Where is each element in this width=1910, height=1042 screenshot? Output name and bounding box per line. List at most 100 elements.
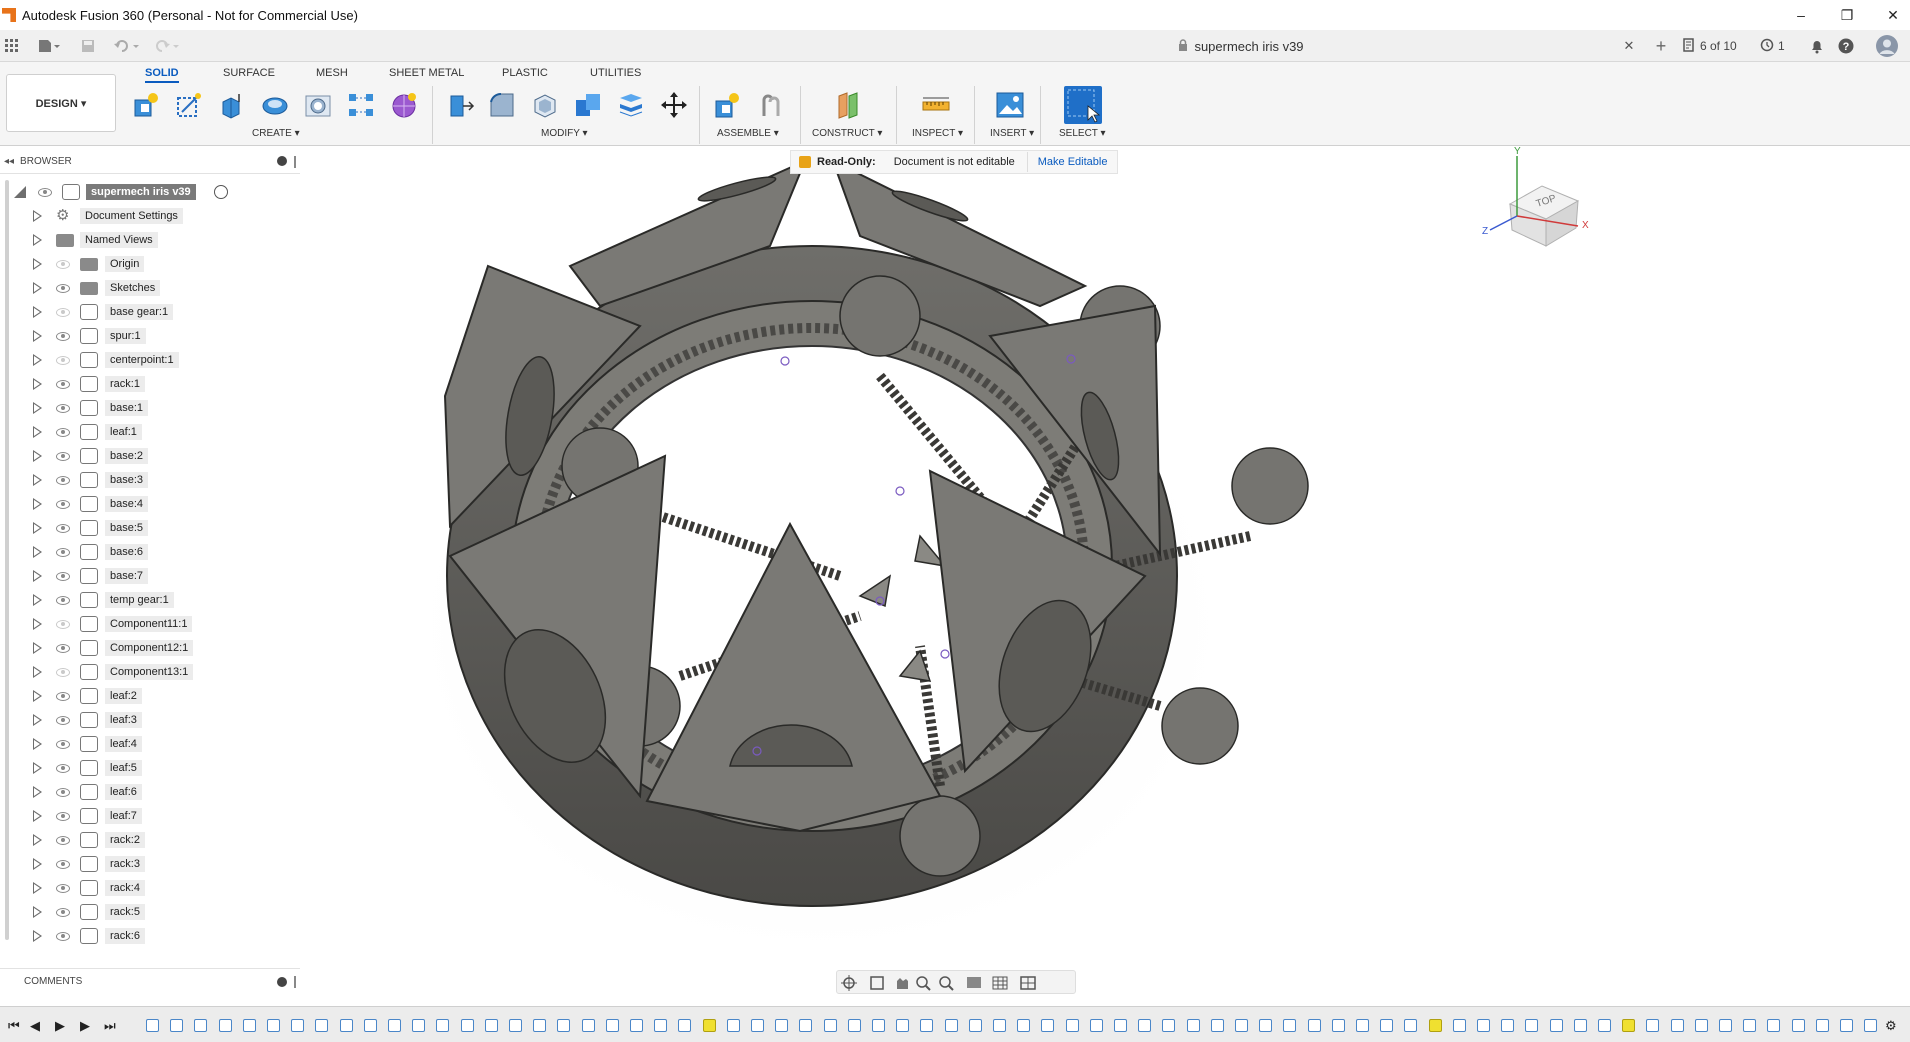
- timeline-feature-icon[interactable]: [509, 1019, 522, 1032]
- redo-icon[interactable]: [150, 35, 184, 57]
- timeline-feature-icon[interactable]: [702, 1019, 716, 1032]
- browser-item[interactable]: rack:1: [0, 372, 300, 396]
- timeline-feature-icon[interactable]: [146, 1019, 159, 1032]
- tab-solid[interactable]: SOLID: [145, 67, 179, 83]
- notifications-bell-icon[interactable]: [1810, 30, 1824, 62]
- make-editable-button[interactable]: Make Editable: [1026, 152, 1118, 172]
- timeline-feature-icon[interactable]: [1670, 1019, 1684, 1032]
- timeline-feature-icon[interactable]: [1017, 1019, 1031, 1032]
- browser-item[interactable]: base:7: [0, 564, 300, 588]
- split-body-icon[interactable]: [616, 90, 646, 120]
- browser-item[interactable]: leaf:7: [0, 804, 300, 828]
- visibility-eye-icon[interactable]: [56, 259, 70, 269]
- combine-icon[interactable]: [573, 90, 603, 120]
- browser-item[interactable]: Component12:1: [0, 636, 300, 660]
- file-menu-icon[interactable]: [34, 35, 64, 57]
- timeline-feature-icon[interactable]: [291, 1019, 305, 1032]
- timeline-feature-icon[interactable]: [1041, 1019, 1055, 1032]
- expand-arrow-icon[interactable]: [33, 378, 42, 390]
- timeline-feature-icon[interactable]: [654, 1019, 668, 1032]
- timeline-feature-icon[interactable]: [1549, 1019, 1563, 1032]
- browser-options-icon[interactable]: [277, 156, 287, 166]
- construct-menu[interactable]: CONSTRUCT ▾: [812, 128, 882, 139]
- visibility-eye-icon[interactable]: [56, 763, 70, 773]
- select-icon[interactable]: [1064, 86, 1102, 124]
- timeline-feature-icon[interactable]: [605, 1019, 619, 1032]
- browser-item[interactable]: base:5: [0, 516, 300, 540]
- expand-arrow-icon[interactable]: [33, 714, 42, 726]
- expand-arrow-icon[interactable]: [33, 402, 42, 414]
- inspect-menu[interactable]: INSPECT ▾: [912, 128, 963, 139]
- timeline-feature-icon[interactable]: [630, 1019, 643, 1032]
- timeline-feature-icon[interactable]: [896, 1019, 910, 1032]
- browser-item[interactable]: Component13:1: [0, 660, 300, 684]
- joint-icon[interactable]: [756, 90, 786, 120]
- collapse-arrow-icon[interactable]: [14, 186, 26, 198]
- timeline-feature-icon[interactable]: [194, 1019, 208, 1032]
- visibility-eye-icon[interactable]: [56, 835, 70, 845]
- user-avatar[interactable]: [1876, 30, 1898, 62]
- expand-arrow-icon[interactable]: [33, 354, 42, 366]
- timeline-feature-icon[interactable]: [751, 1019, 764, 1032]
- tab-surface[interactable]: SURFACE: [223, 67, 275, 83]
- timeline-feature-icon[interactable]: [557, 1019, 571, 1032]
- timeline-feature-icon[interactable]: [1815, 1019, 1829, 1032]
- browser-item[interactable]: base:1: [0, 396, 300, 420]
- timeline-feature-icon[interactable]: [388, 1019, 401, 1032]
- zoom-window-icon[interactable]: [939, 973, 959, 993]
- browser-item[interactable]: leaf:4: [0, 732, 300, 756]
- timeline-feature-icon[interactable]: [436, 1019, 450, 1032]
- timeline-feature-icon[interactable]: [678, 1019, 692, 1032]
- expand-arrow-icon[interactable]: [33, 426, 42, 438]
- visibility-eye-icon[interactable]: [56, 859, 70, 869]
- timeline-feature-icon[interactable]: [1114, 1019, 1127, 1032]
- browser-item[interactable]: rack:3: [0, 852, 300, 876]
- visibility-eye-icon[interactable]: [56, 811, 70, 821]
- timeline-start-icon[interactable]: ⏮: [8, 1018, 20, 1034]
- measure-icon[interactable]: [921, 90, 951, 120]
- expand-arrow-icon[interactable]: [33, 450, 42, 462]
- browser-item[interactable]: leaf:3: [0, 708, 300, 732]
- revolve-icon[interactable]: [260, 90, 290, 120]
- timeline-feature-icon[interactable]: [944, 1019, 958, 1032]
- tab-utilities[interactable]: UTILITIES: [590, 67, 641, 83]
- browser-root-item[interactable]: supermech iris v39: [0, 180, 300, 204]
- create-menu[interactable]: CREATE ▾: [252, 128, 300, 139]
- browser-pin-icon[interactable]: [294, 156, 296, 168]
- browser-item[interactable]: Component11:1: [0, 612, 300, 636]
- timeline-feature-icon[interactable]: [1767, 1019, 1781, 1032]
- visibility-eye-icon[interactable]: [38, 187, 52, 197]
- insert-image-icon[interactable]: [995, 90, 1025, 120]
- new-component-icon[interactable]: [131, 90, 161, 120]
- browser-item[interactable]: Named Views: [0, 228, 300, 252]
- visibility-eye-icon[interactable]: [56, 547, 70, 557]
- browser-item[interactable]: Sketches: [0, 276, 300, 300]
- comments-pin-icon[interactable]: [294, 976, 296, 988]
- browser-item[interactable]: leaf:2: [0, 684, 300, 708]
- browser-item[interactable]: leaf:1: [0, 420, 300, 444]
- modify-menu[interactable]: MODIFY ▾: [541, 128, 588, 139]
- expand-arrow-icon[interactable]: [33, 234, 42, 246]
- browser-item[interactable]: base:4: [0, 492, 300, 516]
- visibility-eye-icon[interactable]: [56, 643, 70, 653]
- browser-item[interactable]: base:2: [0, 444, 300, 468]
- expand-arrow-icon[interactable]: [33, 330, 42, 342]
- expand-arrow-icon[interactable]: [33, 666, 42, 678]
- timeline-feature-icon[interactable]: [1089, 1019, 1103, 1032]
- expand-arrow-icon[interactable]: [33, 546, 42, 558]
- data-panel-grid-icon[interactable]: [2, 35, 22, 57]
- timeline-end-icon[interactable]: ⏭: [104, 1018, 116, 1034]
- timeline-feature-icon[interactable]: [1235, 1019, 1248, 1032]
- visibility-eye-icon[interactable]: [56, 739, 70, 749]
- timeline-feature-icon[interactable]: [1283, 1019, 1297, 1032]
- timeline-feature-icon[interactable]: [1694, 1019, 1708, 1032]
- expand-arrow-icon[interactable]: [33, 522, 42, 534]
- expand-arrow-icon[interactable]: [33, 282, 42, 294]
- viewcube[interactable]: TOP Y X Z: [1470, 146, 1600, 276]
- timeline-settings-icon[interactable]: ⚙: [1885, 1018, 1897, 1034]
- close-tab-icon[interactable]: ✕: [1620, 35, 1638, 57]
- display-settings-icon[interactable]: [963, 973, 985, 993]
- tab-plastic[interactable]: PLASTIC: [502, 67, 548, 83]
- browser-item[interactable]: leaf:5: [0, 756, 300, 780]
- timeline-feature-icon[interactable]: [1162, 1019, 1176, 1032]
